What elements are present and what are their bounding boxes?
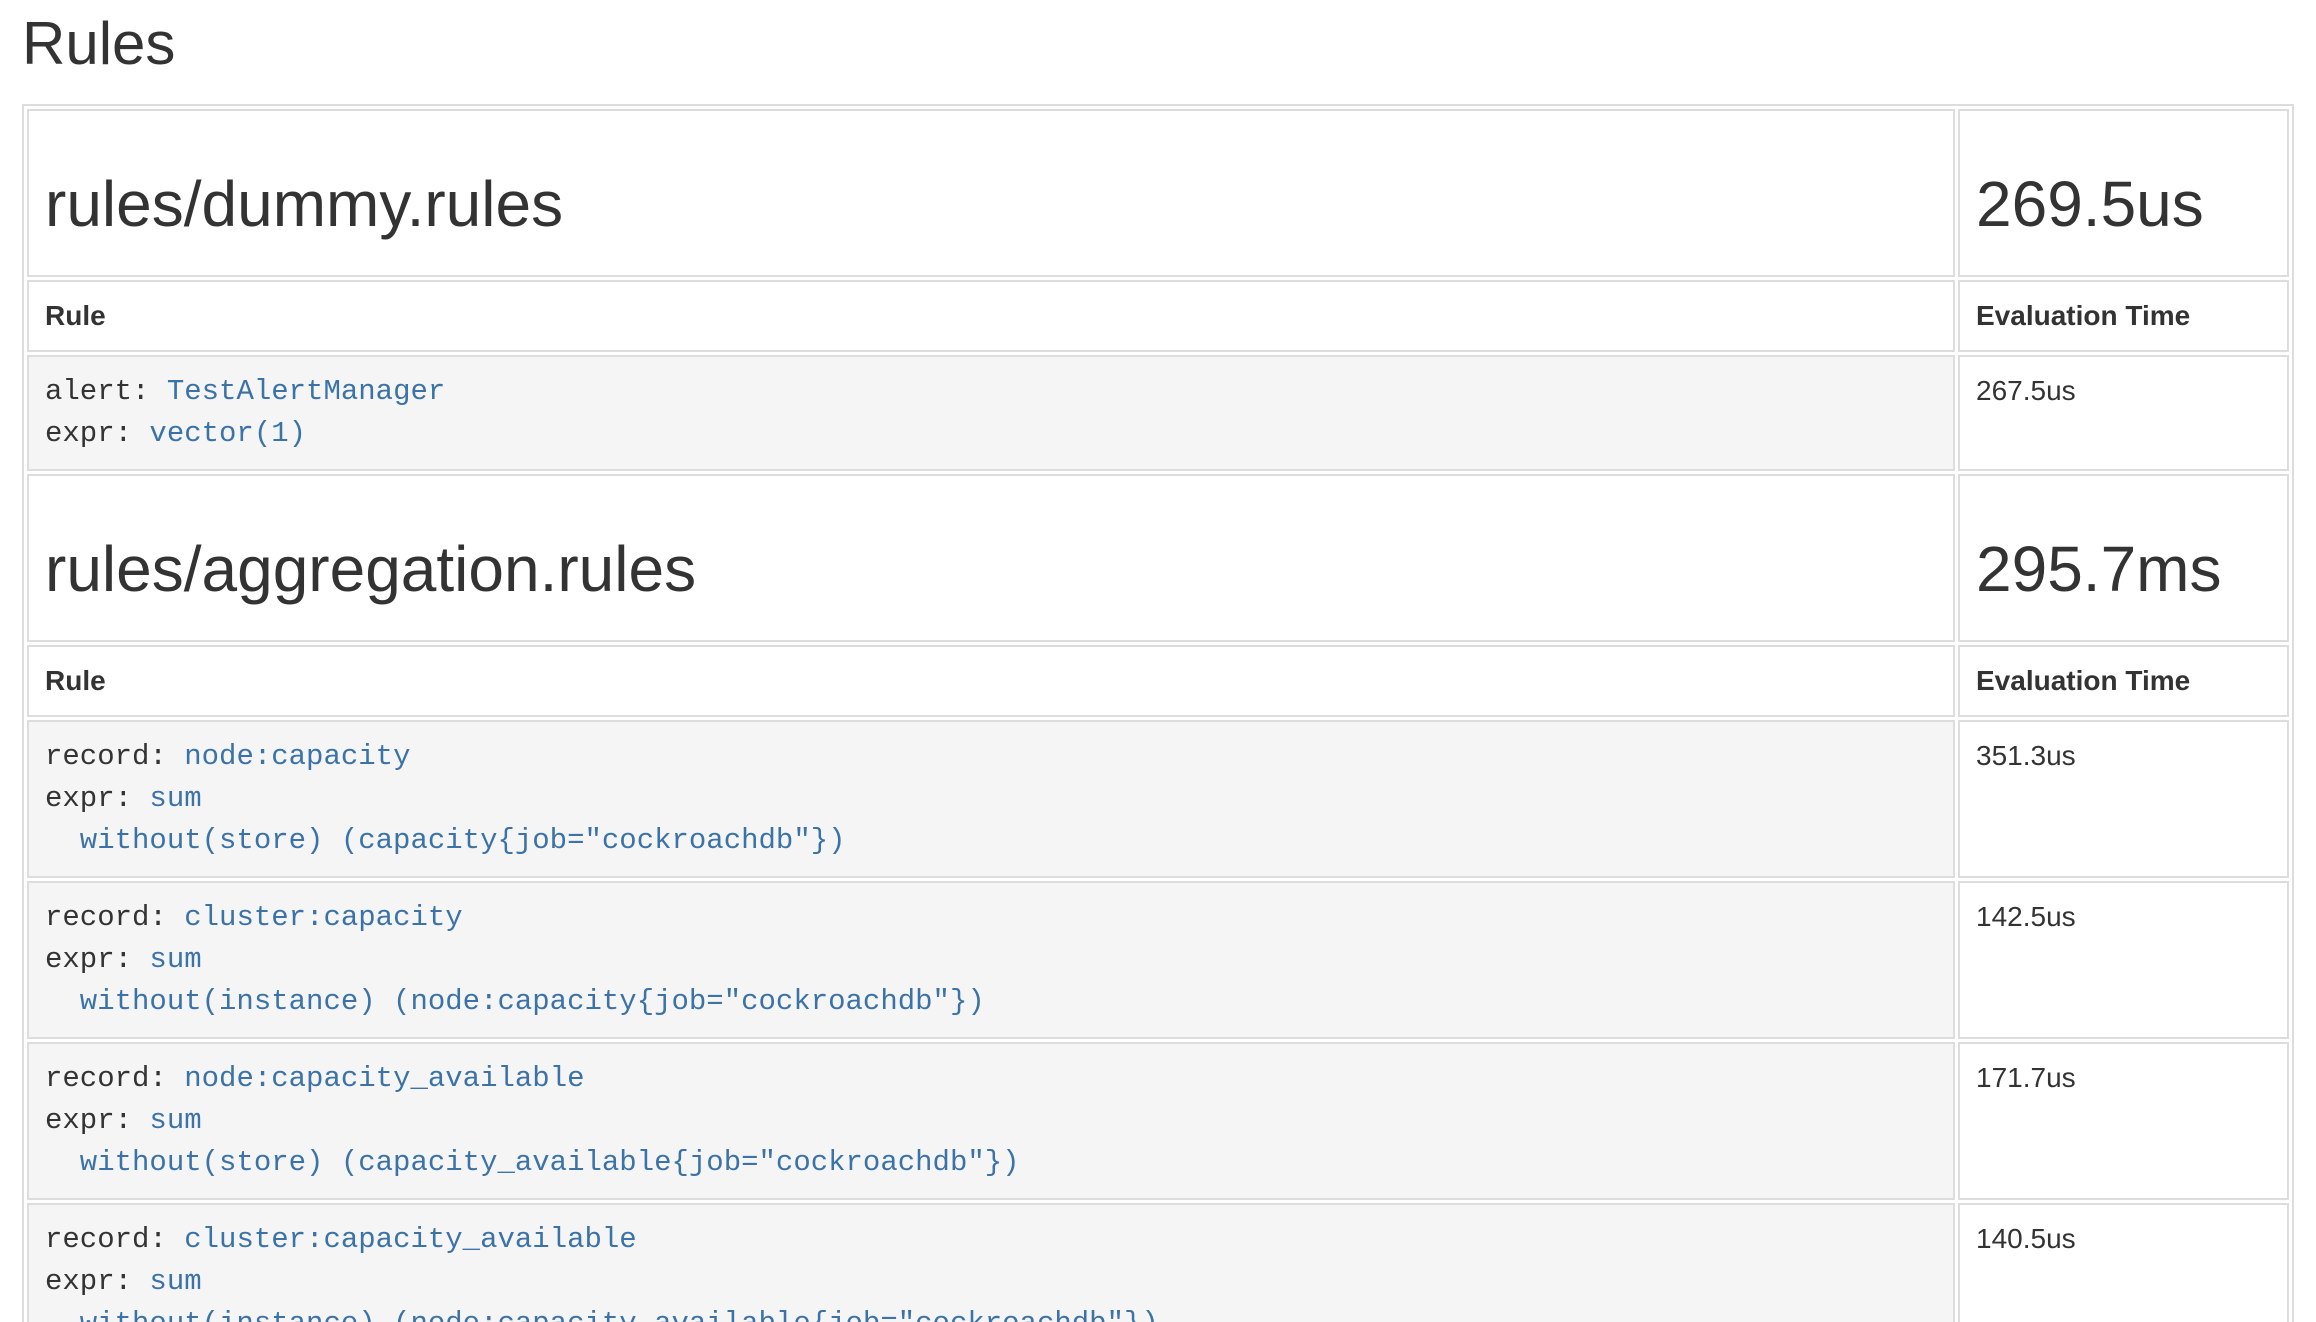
rule-keyword: record: — [45, 1223, 167, 1256]
rule-group-file-cell: rules/aggregation.rules — [27, 474, 1955, 642]
rule-expression-link[interactable]: sum — [149, 1104, 201, 1137]
rule-group-file-cell: rules/dummy.rules — [27, 109, 1955, 277]
rule-expression-link[interactable]: cluster:capacity_available — [184, 1223, 636, 1256]
rule-group-file: rules/aggregation.rules — [45, 534, 1937, 604]
rule-group-eval-time: 295.7ms — [1976, 534, 2271, 604]
rule-definition: record: node:capacity_available expr: su… — [27, 1042, 1955, 1200]
rule-eval-time: 142.5us — [1958, 881, 2289, 1039]
rule-row: record: cluster:capacity_available expr:… — [27, 1203, 2289, 1322]
rule-expression-link[interactable]: without(store) (capacity{job="cockroachd… — [45, 824, 846, 857]
rule-definition: record: node:capacity expr: sum without(… — [27, 720, 1955, 878]
rule-expression-link[interactable]: node:capacity — [184, 740, 410, 773]
rule-keyword: expr: — [45, 417, 132, 450]
col-header-eval-time: Evaluation Time — [1958, 280, 2289, 352]
rule-keyword: alert: — [45, 375, 149, 408]
col-header-eval-time: Evaluation Time — [1958, 645, 2289, 717]
rule-expression-link[interactable]: cluster:capacity — [184, 901, 462, 934]
rule-eval-time: 267.5us — [1958, 355, 2289, 471]
rule-eval-time: 351.3us — [1958, 720, 2289, 878]
rule-group-header-row: rules/dummy.rules 269.5us — [27, 109, 2289, 277]
rule-group-eval-time: 269.5us — [1976, 169, 2271, 239]
rule-group-file: rules/dummy.rules — [45, 169, 1937, 239]
rule-eval-time: 171.7us — [1958, 1042, 2289, 1200]
rule-group-header-row: rules/aggregation.rules 295.7ms — [27, 474, 2289, 642]
rule-keyword: record: — [45, 1062, 167, 1095]
rule-group-eval-time-cell: 269.5us — [1958, 109, 2289, 277]
rule-row: record: node:capacity_available expr: su… — [27, 1042, 2289, 1200]
col-header-rule: Rule — [27, 280, 1955, 352]
rule-keyword: record: — [45, 901, 167, 934]
rule-definition: record: cluster:capacity_available expr:… — [27, 1203, 1955, 1322]
rule-expression-link[interactable]: sum — [149, 1265, 201, 1298]
col-header-rule: Rule — [27, 645, 1955, 717]
rule-keyword: expr: — [45, 782, 132, 815]
rule-keyword: record: — [45, 740, 167, 773]
column-header-row: RuleEvaluation Time — [27, 280, 2289, 352]
rule-expression-link[interactable]: vector(1) — [149, 417, 306, 450]
rule-row: record: node:capacity expr: sum without(… — [27, 720, 2289, 878]
rule-definition: record: cluster:capacity expr: sum witho… — [27, 881, 1955, 1039]
rule-groups: rules/dummy.rules269.5usRuleEvaluation T… — [27, 109, 2289, 1322]
rule-eval-time: 140.5us — [1958, 1203, 2289, 1322]
rule-expression-link[interactable]: without(instance) (node:capacity{job="co… — [45, 985, 985, 1018]
column-header-row: RuleEvaluation Time — [27, 645, 2289, 717]
rule-keyword: expr: — [45, 1265, 132, 1298]
rules-table: rules/dummy.rules269.5usRuleEvaluation T… — [22, 104, 2294, 1322]
rule-expression-link[interactable]: without(store) (capacity_available{job="… — [45, 1146, 1020, 1179]
rule-expression-link[interactable]: sum — [149, 943, 201, 976]
rule-group-eval-time-cell: 295.7ms — [1958, 474, 2289, 642]
rule-expression-link[interactable]: sum — [149, 782, 201, 815]
rule-keyword: expr: — [45, 943, 132, 976]
rule-row: record: cluster:capacity expr: sum witho… — [27, 881, 2289, 1039]
page-title: Rules — [22, 10, 2294, 78]
rule-expression-link[interactable]: node:capacity_available — [184, 1062, 584, 1095]
rule-expression-link[interactable]: without(instance) (node:capacity_availab… — [45, 1307, 1159, 1322]
rule-definition: alert: TestAlertManager expr: vector(1) — [27, 355, 1955, 471]
rule-row: alert: TestAlertManager expr: vector(1)2… — [27, 355, 2289, 471]
rule-keyword: expr: — [45, 1104, 132, 1137]
rule-expression-link[interactable]: TestAlertManager — [167, 375, 445, 408]
